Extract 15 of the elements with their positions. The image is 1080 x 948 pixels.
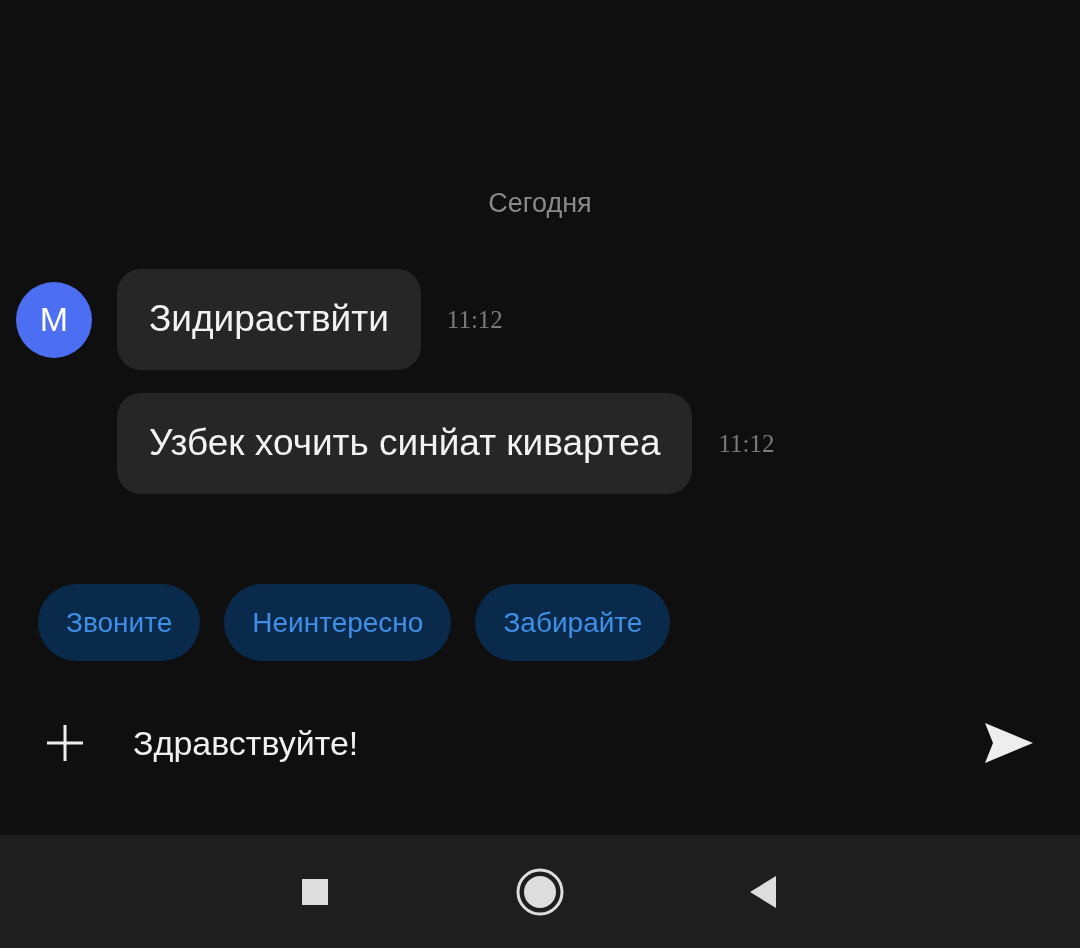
message-time: 11:12 <box>718 429 775 458</box>
send-icon[interactable] <box>983 721 1035 765</box>
quick-reply-button[interactable]: Неинтересно <box>224 584 452 661</box>
message-input[interactable]: Здравствуйте! <box>133 723 983 763</box>
plus-icon[interactable] <box>45 723 85 763</box>
back-icon[interactable] <box>748 873 778 910</box>
recents-icon[interactable] <box>300 876 330 907</box>
message-time: 11:12 <box>446 305 503 334</box>
home-icon[interactable] <box>515 866 565 917</box>
date-divider: Сегодня <box>488 188 592 219</box>
quick-reply-button[interactable]: Забирайте <box>475 584 671 661</box>
avatar[interactable]: М <box>16 281 92 358</box>
quick-reply-button[interactable]: Звоните <box>38 584 201 661</box>
message-bubble: Узбек хочить синйат кивартеа <box>117 393 693 494</box>
message-bubble: Зидираствйти <box>117 269 421 370</box>
